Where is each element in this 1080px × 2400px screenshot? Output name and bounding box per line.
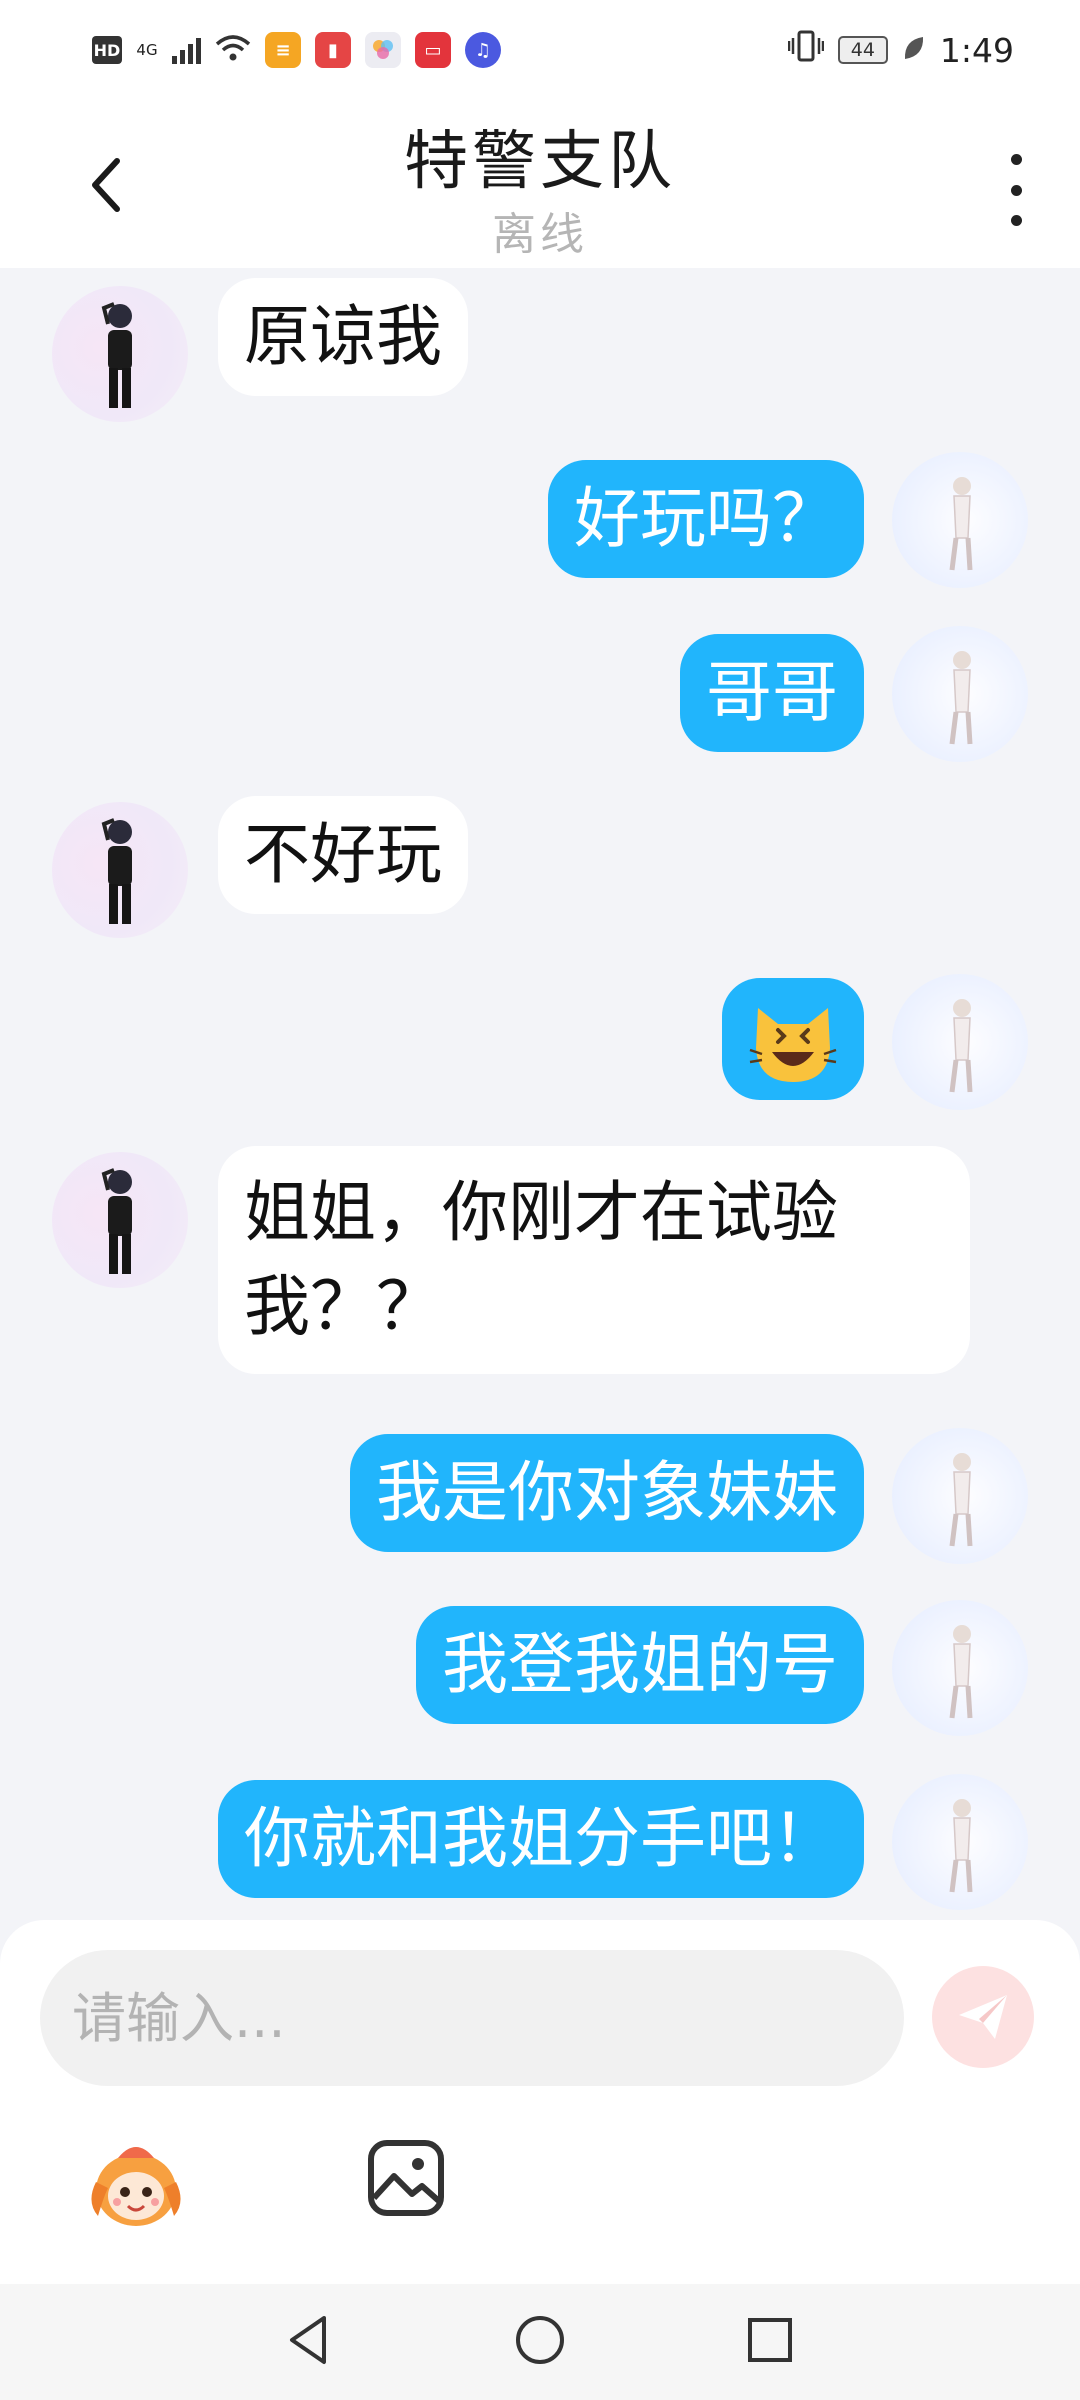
chat-title: 特警支队 — [404, 125, 676, 199]
user-avatar[interactable] — [892, 1600, 1028, 1736]
clock: 1:49 — [939, 30, 1014, 70]
gallery-app-icon — [365, 32, 401, 68]
online-status: 离线 — [492, 209, 588, 260]
user-avatar[interactable] — [892, 626, 1028, 762]
user-avatar[interactable] — [892, 452, 1028, 588]
outgoing-message-bubble[interactable]: 我登我姐的号 — [416, 1606, 864, 1724]
more-dot — [1010, 154, 1022, 165]
signal-icon — [172, 36, 201, 64]
image-icon — [368, 2140, 444, 2216]
outgoing-message-bubble[interactable]: 哥哥 — [680, 634, 864, 752]
status-bar: HD 4G ≡ ▮ ▭ ♫ 44 1:49 — [0, 0, 1080, 100]
notes-app-icon: ≡ — [265, 32, 301, 68]
nav-back-icon — [290, 2316, 326, 2364]
nav-home-icon — [516, 2316, 564, 2364]
chat-header: 特警支队 离线 — [0, 100, 1080, 268]
contact-avatar[interactable] — [52, 802, 188, 938]
outgoing-message-bubble[interactable]: 你就和我姐分手吧！ — [218, 1780, 864, 1898]
user-avatar[interactable] — [892, 1774, 1028, 1910]
more-dot — [1010, 215, 1022, 226]
nav-home-button[interactable] — [510, 2310, 570, 2370]
nav-recent-button[interactable] — [740, 2310, 800, 2370]
books-app-icon: ▮ — [315, 32, 351, 68]
nav-recent-icon — [748, 2318, 792, 2362]
incoming-message-bubble[interactable]: 原谅我 — [218, 278, 468, 396]
hd-icon: HD — [92, 36, 122, 64]
battery-icon: 44 — [837, 36, 888, 64]
wifi-icon — [215, 31, 251, 70]
outgoing-message-bubble[interactable]: 我是你对象妹妹 — [350, 1434, 864, 1552]
incoming-message-bubble[interactable]: 不好玩 — [218, 796, 468, 914]
status-bar-right: 44 1:49 — [787, 29, 1014, 71]
composer — [0, 1920, 1080, 2284]
user-avatar[interactable] — [892, 974, 1028, 1110]
emoji-icon — [91, 2147, 181, 2226]
network-type: 4G — [136, 41, 158, 59]
incoming-message-bubble[interactable]: 姐姐，你刚才在试验我？？ — [218, 1146, 970, 1374]
huawei-app-icon: ▭ — [415, 32, 451, 68]
image-button[interactable] — [366, 2138, 446, 2218]
message-list[interactable]: 原谅我 好玩吗？ 哥哥 不好玩 😆 — [0, 268, 1080, 1920]
send-button[interactable] — [932, 1966, 1034, 2068]
emoji-button[interactable] — [84, 2136, 188, 2232]
more-dot — [1010, 184, 1022, 196]
more-options-button[interactable] — [996, 150, 1036, 230]
outgoing-message-bubble[interactable]: 😆 — [722, 978, 864, 1100]
user-avatar[interactable] — [892, 1428, 1028, 1564]
outgoing-message-bubble[interactable]: 好玩吗？ — [548, 460, 864, 578]
status-bar-left: HD 4G ≡ ▮ ▭ ♫ — [92, 31, 501, 70]
paper-plane-icon — [959, 1995, 1007, 2039]
music-app-icon: ♫ — [465, 32, 501, 68]
system-navigation-bar — [0, 2284, 1080, 2400]
contact-avatar[interactable] — [52, 1152, 188, 1288]
nav-back-button[interactable] — [280, 2310, 340, 2370]
contact-avatar[interactable] — [52, 286, 188, 422]
leaf-icon — [902, 31, 926, 70]
vibrate-icon — [787, 29, 825, 71]
message-input[interactable] — [40, 1950, 904, 2086]
grinning-cat-emoji-icon — [749, 1007, 837, 1082]
